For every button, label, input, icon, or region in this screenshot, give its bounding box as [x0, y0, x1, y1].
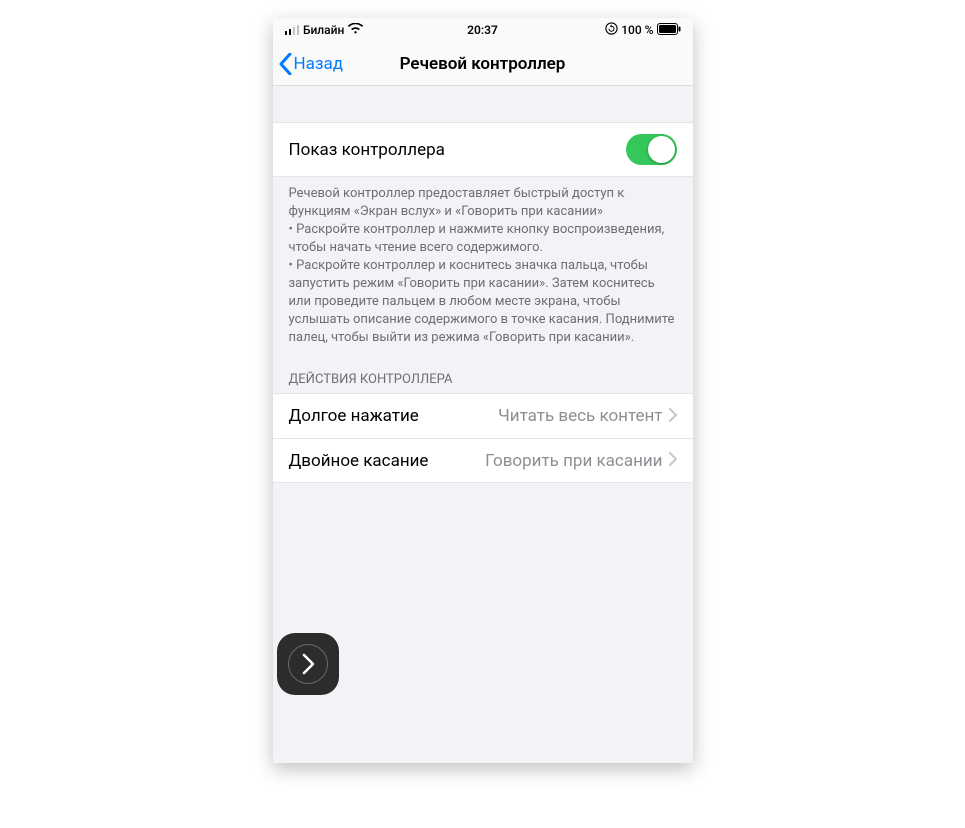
double-tap-label: Двойное касание: [289, 451, 429, 471]
double-tap-row[interactable]: Двойное касание Говорить при касании: [273, 438, 693, 482]
long-press-label: Долгое нажатие: [289, 406, 419, 426]
wifi-icon: [348, 23, 363, 37]
double-tap-value: Говорить при касании: [485, 451, 662, 471]
carrier-label: Билайн: [303, 23, 344, 37]
chevron-right-icon: [669, 451, 677, 470]
status-time: 20:37: [467, 23, 498, 37]
actions-header: ДЕЙСТВИЯ КОНТРОЛЛЕРА: [273, 354, 693, 393]
nav-bar: Назад Речевой контроллер: [273, 42, 693, 86]
speech-controller-circle: [288, 644, 328, 684]
content: Показ контроллера Речевой контроллер пре…: [273, 86, 693, 483]
back-button[interactable]: Назад: [279, 53, 344, 75]
long-press-row[interactable]: Долгое нажатие Читать весь контент: [273, 394, 693, 438]
show-controller-label: Показ контроллера: [289, 140, 445, 160]
battery-percent: 100 %: [621, 23, 653, 37]
show-controller-row: Показ контроллера: [273, 123, 693, 176]
chevron-left-icon: [279, 53, 292, 75]
rotation-lock-icon: [605, 22, 618, 38]
show-controller-toggle[interactable]: [626, 134, 677, 165]
status-right: 100 %: [605, 22, 680, 38]
phone-frame: Билайн 20:37 100 % Назад Речевой контрол…: [273, 18, 693, 763]
long-press-value: Читать весь контент: [498, 406, 662, 426]
toggle-footer-text: Речевой контроллер предоставляет быстрый…: [273, 177, 693, 354]
status-left: Билайн: [285, 23, 364, 37]
signal-icon: [285, 25, 300, 35]
actions-group: Долгое нажатие Читать весь контент Двойн…: [273, 393, 693, 483]
status-bar: Билайн 20:37 100 %: [273, 18, 693, 42]
back-label: Назад: [294, 54, 344, 74]
speech-controller-button[interactable]: [277, 633, 339, 695]
chevron-right-icon: [301, 653, 315, 675]
battery-icon: [657, 23, 681, 38]
toggle-knob: [648, 136, 675, 163]
chevron-right-icon: [669, 407, 677, 426]
toggle-group: Показ контроллера: [273, 122, 693, 177]
nav-title: Речевой контроллер: [400, 54, 566, 74]
